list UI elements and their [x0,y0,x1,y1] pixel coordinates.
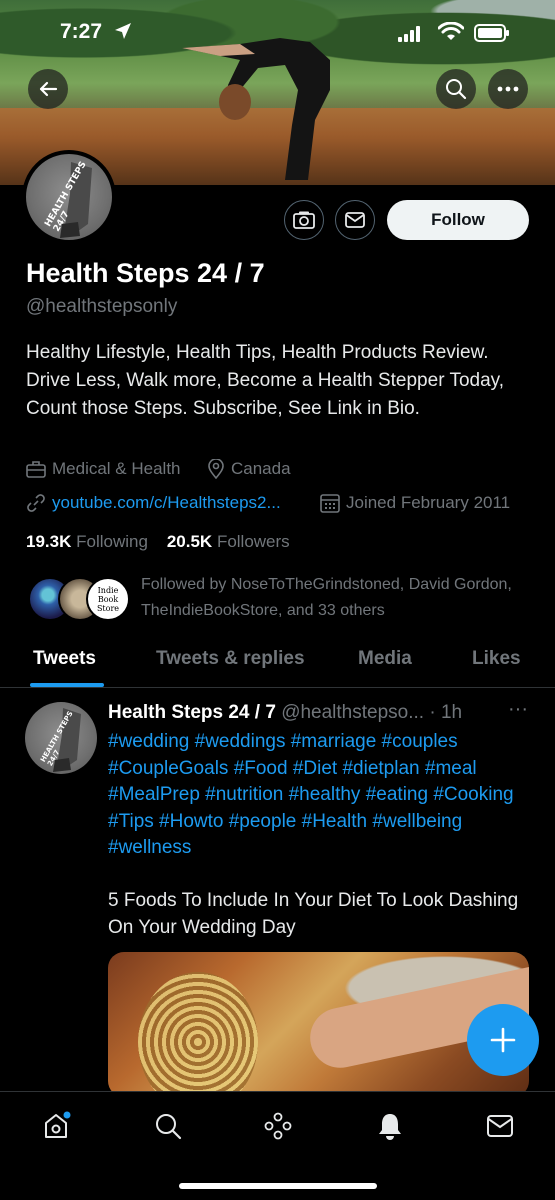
tab-media[interactable]: Media [358,648,412,670]
location-icon [208,459,224,479]
cellular-signal-icon [398,26,420,42]
profile-name: Health Steps 24 / 7 [26,258,265,288]
active-tab-indicator [30,683,104,687]
profile-joined: Joined February 2011 [320,493,510,513]
following-link[interactable]: 19.3K Following [26,532,148,551]
wifi-icon [438,22,464,40]
tweet-author-avatar[interactable]: HEALTH STEPS 24/7 [25,702,97,774]
home-icon [45,1111,71,1138]
battery-icon [474,24,509,42]
message-button[interactable] [335,200,375,240]
nav-explore[interactable] [152,1110,184,1142]
location-arrow-icon [115,23,131,39]
profile-category: Medical & Health [26,459,181,479]
status-time: 7:27 [60,20,103,43]
compose-plus-icon [490,1027,516,1053]
nav-notifications[interactable] [374,1110,406,1142]
category-label: Medical & Health [52,459,181,478]
back-button[interactable] [28,69,68,109]
briefcase-icon [26,461,46,478]
tab-tweets[interactable]: Tweets [33,648,96,670]
followers-label: Followers [216,532,290,551]
profile-avatar[interactable]: HEALTH STEPS 24/7 [22,150,116,244]
camera-button[interactable] [284,200,324,240]
tweet-media-image[interactable] [108,952,529,1097]
bell-icon [379,1114,401,1140]
location-label: Canada [231,459,291,478]
joined-label: Joined February 2011 [346,493,511,512]
following-label: Following [76,532,148,551]
tweet-author-name[interactable]: Health Steps 24 / 7 [108,702,276,723]
more-icon [497,86,519,92]
followers-link[interactable]: 20.5K Followers [167,532,290,551]
tweet-text: 5 Foods To Include In Your Diet To Look … [108,890,519,938]
calendar-icon [320,494,340,513]
search-icon [446,79,467,100]
profile-tabs: Tweets Tweets & replies Media Likes [0,642,555,688]
following-count: 19.3K [26,532,72,551]
tweet-more-button[interactable]: ··· [508,698,528,721]
website-link[interactable]: youtube.com/c/Healthsteps2... [52,493,281,513]
tweet-handle-time: @healthstepso... · 1h [281,702,463,723]
compose-tweet-button[interactable] [467,1004,539,1076]
tab-likes[interactable]: Likes [472,648,521,670]
messages-icon [487,1115,513,1137]
explore-icon [156,1114,182,1140]
followed-by-text[interactable]: Followed by NoseToTheGrindstoned, David … [141,572,521,624]
followers-count: 20.5K [166,532,213,551]
more-options-button[interactable] [488,69,528,109]
nav-home[interactable] [40,1110,72,1142]
follow-counts: 19.3K Following 20.5K Followers [26,532,290,552]
status-bar: 7:27 [0,0,555,62]
nav-spaces[interactable] [262,1110,294,1142]
search-button[interactable] [436,69,476,109]
spaces-icon [264,1112,292,1140]
tweet-header: Health Steps 24 / 7 @healthstepso... · 1… [108,702,462,724]
mail-icon [345,212,365,228]
home-indicator [179,1183,377,1189]
nav-messages[interactable] [484,1110,516,1142]
back-arrow-icon [39,81,58,97]
link-icon [27,494,45,512]
follower-avatar-3[interactable]: Indie Book Store [86,577,130,621]
media-bangles [138,972,258,1097]
profile-location: Canada [207,459,291,479]
camera-icon [293,211,315,229]
profile-handle: @healthstepsonly [26,296,178,317]
profile-bio: Healthy Lifestyle, Health Tips, Health P… [26,342,505,419]
tweet-hashtags[interactable]: #wedding #weddings #marriage #couples #C… [108,729,538,862]
profile-link[interactable]: youtube.com/c/Healthsteps2... [26,493,281,513]
tab-tweets-and-replies[interactable]: Tweets & replies [156,648,305,670]
indie-bookstore-avatar-text: Indie Book Store [96,585,120,613]
follow-button[interactable]: Follow [387,200,529,240]
